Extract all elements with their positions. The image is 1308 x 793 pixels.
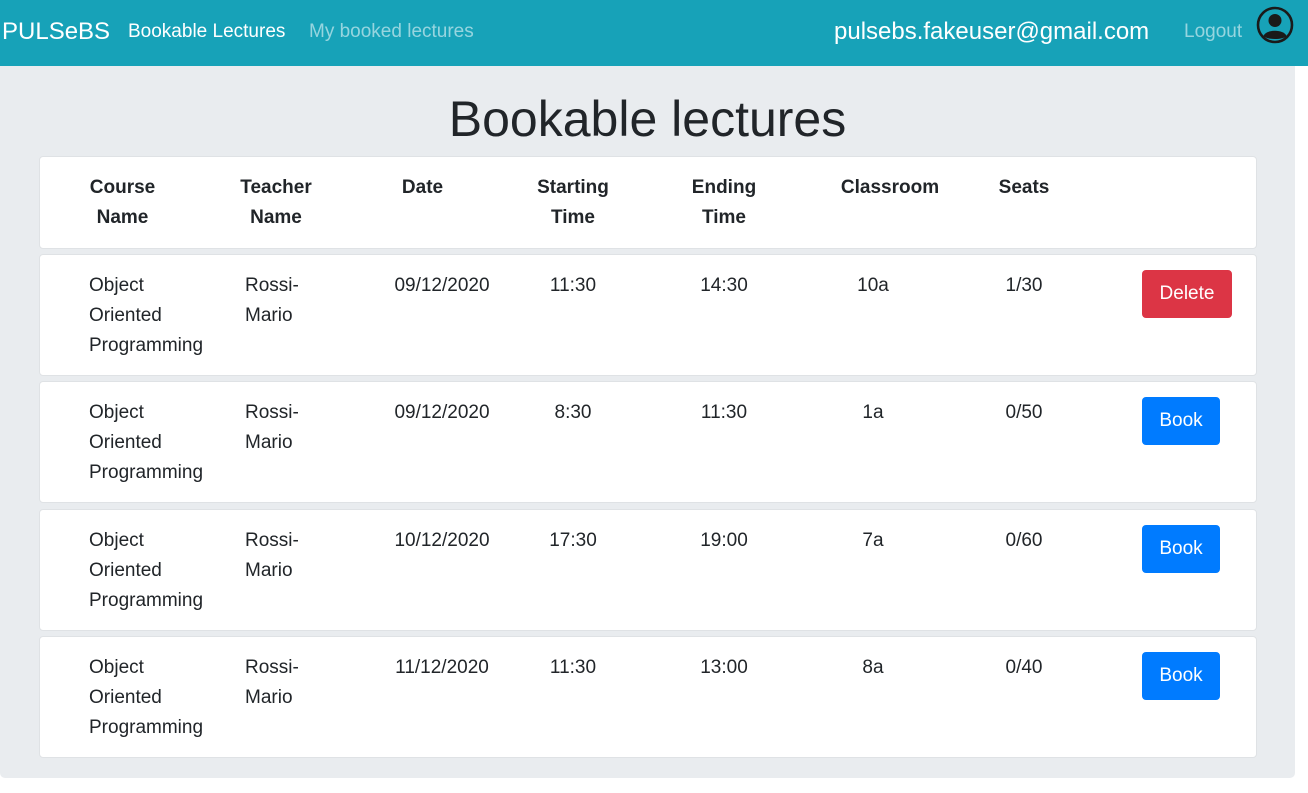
teacher-name: Rossi- Mario — [245, 530, 299, 581]
ending-time: 13:00 — [700, 657, 748, 678]
table-row: Object Oriented Programming Rossi- Mario… — [39, 254, 1257, 376]
table-row: Object Oriented Programming Rossi- Mario… — [39, 636, 1257, 758]
table-header: Course Name Teacher Name Date Starting T… — [39, 156, 1257, 249]
table-row: Object Oriented Programming Rossi- Mario… — [39, 381, 1257, 503]
book-button[interactable]: Book — [1142, 652, 1220, 700]
seats: 0/60 — [1005, 530, 1043, 551]
starting-time: 11:30 — [549, 275, 597, 296]
user-circle-icon[interactable] — [1256, 6, 1294, 44]
starting-time: 8:30 — [554, 402, 592, 423]
header-course-name: Course Name — [89, 177, 156, 228]
book-button[interactable]: Book — [1142, 525, 1220, 573]
ending-time: 19:00 — [700, 530, 748, 551]
header-ending-time: Ending Time — [691, 177, 757, 228]
classroom: 1a — [862, 402, 884, 423]
course-name: Object Oriented Programming — [89, 657, 204, 738]
teacher-name: Rossi- Mario — [245, 657, 299, 708]
seats: 0/40 — [1005, 657, 1043, 678]
lecture-date: 09/12/2020 — [394, 275, 490, 296]
navbar: PULSeBS Bookable Lectures My booked lect… — [0, 0, 1308, 66]
logout-link[interactable]: Logout — [1184, 19, 1242, 45]
teacher-name: Rossi- Mario — [245, 275, 299, 326]
course-name: Object Oriented Programming — [89, 402, 204, 483]
course-name: Object Oriented Programming — [89, 275, 204, 356]
course-name: Object Oriented Programming — [89, 530, 204, 611]
classroom: 10a — [857, 275, 889, 296]
table-row: Object Oriented Programming Rossi- Mario… — [39, 509, 1257, 631]
classroom: 7a — [862, 530, 884, 551]
header-seats: Seats — [998, 177, 1050, 198]
ending-time: 14:30 — [700, 275, 748, 296]
nav-link-my-booked-lectures[interactable]: My booked lectures — [309, 19, 474, 45]
seats: 1/30 — [1005, 275, 1043, 296]
header-date: Date — [401, 177, 444, 198]
ending-time: 11:30 — [700, 402, 748, 423]
brand-link[interactable]: PULSeBS — [2, 16, 110, 48]
header-classroom: Classroom — [840, 177, 940, 198]
user-email: pulsebs.fakeuser@gmail.com — [834, 18, 1150, 45]
header-starting-time: Starting Time — [537, 177, 609, 228]
starting-time: 17:30 — [549, 530, 597, 551]
page-title: Bookable lectures — [448, 91, 847, 147]
lecture-date: 10/12/2020 — [394, 530, 490, 551]
nav-link-bookable-lectures[interactable]: Bookable Lectures — [128, 19, 285, 45]
teacher-name: Rossi- Mario — [245, 402, 299, 453]
header-teacher-name: Teacher Name — [240, 177, 312, 228]
seats: 0/50 — [1005, 402, 1043, 423]
lecture-date: 09/12/2020 — [394, 402, 490, 423]
starting-time: 11:30 — [549, 657, 597, 678]
classroom: 8a — [862, 657, 884, 678]
book-button[interactable]: Book — [1142, 397, 1220, 445]
delete-button[interactable]: Delete — [1142, 270, 1232, 318]
lecture-date: 11/12/2020 — [395, 657, 489, 678]
